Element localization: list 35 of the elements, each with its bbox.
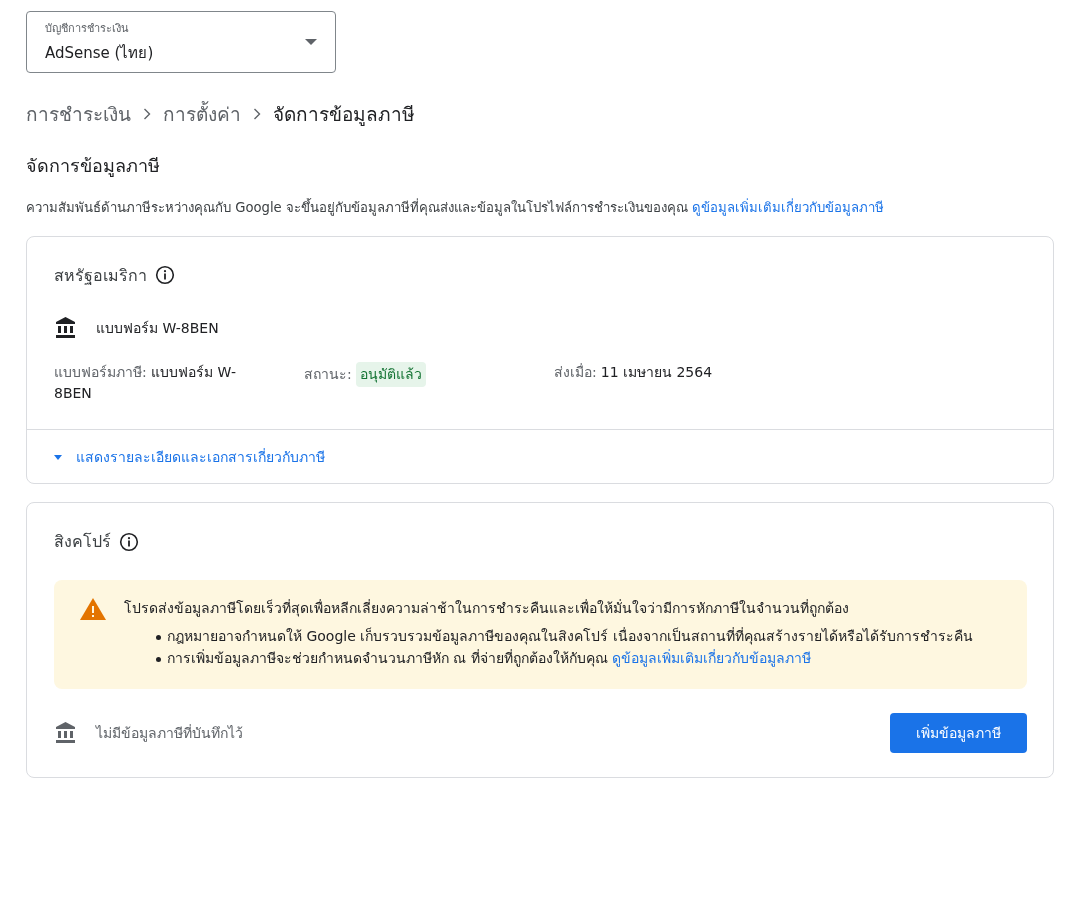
- details-toggle[interactable]: แสดงรายละเอียดและเอกสารเกี่ยวกับภาษี: [27, 429, 1053, 484]
- breadcrumb-link[interactable]: จัดการข้อมูลภาษี: [273, 99, 415, 129]
- bullet-icon: [156, 634, 161, 640]
- submitted-date: 11 เมษายน 2564: [600, 362, 713, 382]
- empty-text: ไม่มีข้อมูลภาษีที่บันทึกไว้: [96, 723, 243, 744]
- form-name: แบบฟอร์ม W-8BEN: [96, 318, 219, 338]
- breadcrumb-link[interactable]: การตั้งค่า: [163, 99, 241, 129]
- country-title: สิงคโปร์: [54, 531, 111, 554]
- chevron-right-icon: [143, 108, 151, 120]
- form-type-text: แบบฟอร์มภาษี: แบบฟอร์ม W-8BEN: [54, 362, 237, 404]
- breadcrumb-link[interactable]: การชำระเงิน: [26, 99, 131, 129]
- bank-icon: [54, 315, 78, 340]
- country-title: สหรัฐอเมริกา: [54, 264, 147, 287]
- bullet-text: กฎหมายอาจกำหนดให้ Google เก็บรวบรวมข้อมูลภาษีของคุณในสิงคโปร์ เนื่องจากเป็นสถานที่ที่คุณสร้างรายได้หรือได้รับการชำระคืน: [167, 626, 973, 647]
- status-label: สถานะ:: [304, 364, 352, 384]
- caret-icon: [54, 454, 62, 460]
- chevron-right-icon: [253, 108, 261, 120]
- learn-more-link[interactable]: ดูข้อมูลเพิ่มเติมเกี่ยวกับข้อมูลภาษี: [692, 200, 885, 215]
- intro-text: ความสัมพันธ์ด้านภาษีระหว่างคุณกับ Google จะขึ้นอยู่กับข้อมูลภาษีที่คุณส่งและข้อมูลในโปรไฟล์การชำระเงินของคุณ ดูข้อมูลเพิ่มเติมเกี่ยวกับข้อมูลภาษี: [26, 198, 886, 218]
- select-value: AdSense (ไทย): [45, 43, 154, 64]
- account-select[interactable]: บัญชีการชำระเงิน AdSense (ไทย): [26, 11, 336, 73]
- info-icon[interactable]: [119, 531, 139, 552]
- warning-icon: [80, 598, 106, 621]
- select-label: บัญชีการชำระเงิน: [45, 21, 130, 37]
- dropdown-caret-icon: [305, 39, 317, 45]
- learn-more-link[interactable]: ดูข้อมูลเพิ่มเติมเกี่ยวกับข้อมูลภาษี: [612, 649, 812, 666]
- warning-text: โปรดส่งข้อมูลภาษีโดยเร็วที่สุดเพื่อหลีกเลี่ยงความล่าช้าในการชำระคืนและเพื่อให้มั่นใจว่ามีการหักภาษีในจำนวนที่ถูกต้อง: [124, 598, 850, 619]
- bank-icon: [54, 721, 78, 746]
- bullet-text: การเพิ่มข้อมูลภาษีจะช่วยกำหนดจำนวนภาษีหัก ณ ที่จ่ายที่ถูกต้องให้กับคุณ ดูข้อมูลเพิ่มเติมเกี่ยวกับข้อมูลภาษี: [167, 648, 812, 669]
- status-chip: อนุมัติแล้ว: [355, 361, 426, 388]
- info-icon[interactable]: [155, 265, 175, 286]
- bullet-icon: [156, 656, 161, 662]
- add-tax-info-button[interactable]: เพิ่มข้อมูลภาษี: [890, 713, 1027, 754]
- page-title: จัดการข้อมูลภาษี: [26, 154, 161, 179]
- submitted-label: ส่งเมื่อ:: [554, 362, 597, 382]
